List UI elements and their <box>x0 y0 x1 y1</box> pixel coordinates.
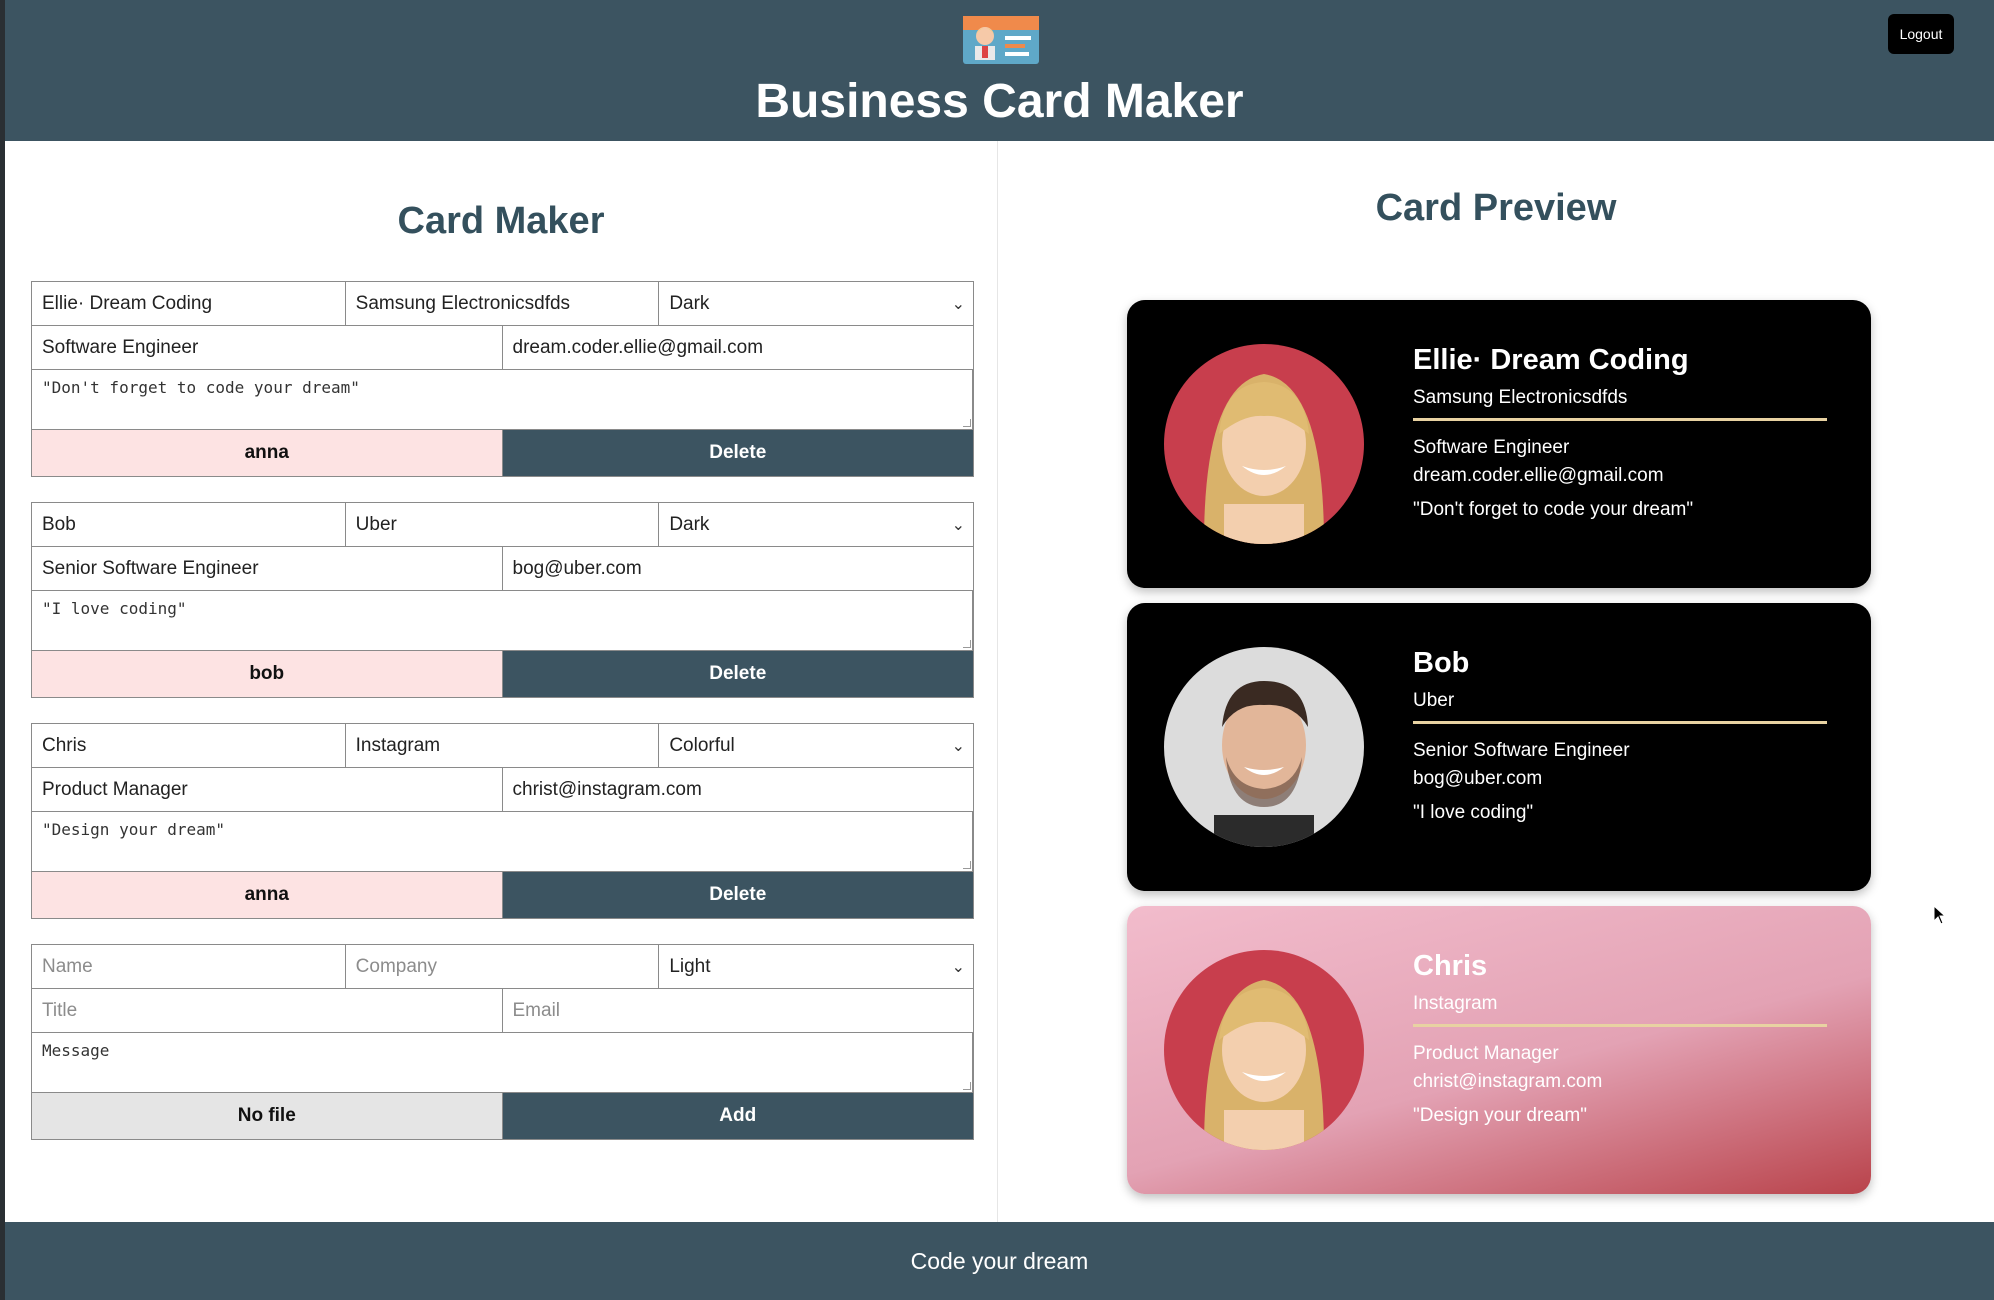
theme-select[interactable]: Light ⌄ <box>659 945 973 988</box>
app-header: Business Card Maker Logout <box>5 0 1994 141</box>
theme-select[interactable]: Dark ⌄ <box>659 282 973 325</box>
company-input[interactable]: Samsung Electronicsdfds <box>346 282 660 325</box>
card-email: dream.coder.ellie@gmail.com <box>1413 465 1664 486</box>
card-email: bog@uber.com <box>1413 768 1543 789</box>
preview-card: Chris Instagram Product Manager christ@i… <box>1127 906 1871 1194</box>
email-input[interactable]: bog@uber.com <box>503 547 974 590</box>
card-name: Ellie· Dream Coding <box>1413 344 1689 376</box>
file-upload-button[interactable]: anna <box>32 872 503 918</box>
title-input[interactable]: Software Engineer <box>32 326 503 369</box>
message-textarea[interactable]: Message <box>32 1033 973 1092</box>
avatar <box>1164 647 1364 847</box>
company-input[interactable]: Instagram <box>346 724 660 767</box>
card-name: Chris <box>1413 950 1488 982</box>
title-input[interactable]: Title <box>32 989 503 1032</box>
title-input[interactable]: Senior Software Engineer <box>32 547 503 590</box>
card-edit-form: Bob Uber Dark ⌄ Senior Software Engineer … <box>31 502 974 698</box>
delete-button[interactable]: Delete <box>502 430 973 476</box>
company-input[interactable]: Company <box>346 945 660 988</box>
business-card-logo-icon <box>963 16 1039 64</box>
card-message: "I love coding" <box>1413 802 1534 823</box>
card-company: Uber <box>1413 690 1827 724</box>
avatar <box>1164 344 1364 544</box>
email-input[interactable]: dream.coder.ellie@gmail.com <box>503 326 974 369</box>
resize-handle-icon[interactable] <box>963 861 971 869</box>
name-input[interactable]: Ellie· Dream Coding <box>32 282 346 325</box>
email-input[interactable]: Email <box>503 989 974 1032</box>
message-textarea[interactable]: "I love coding" <box>32 591 973 650</box>
theme-select-value: Dark <box>669 292 710 314</box>
card-company: Samsung Electronicsdfds <box>1413 387 1827 421</box>
theme-select-value: Light <box>669 955 711 977</box>
card-job-title: Senior Software Engineer <box>1413 740 1630 761</box>
card-maker-title: Card Maker <box>397 200 605 242</box>
name-input[interactable]: Chris <box>32 724 346 767</box>
card-job-title: Product Manager <box>1413 1043 1559 1064</box>
mouse-cursor-icon <box>1933 905 1947 925</box>
message-textarea[interactable]: "Design your dream" <box>32 812 973 871</box>
delete-button[interactable]: Delete <box>502 651 973 697</box>
card-preview-panel: Card Preview Ellie· Dream Coding Samsung… <box>998 141 1994 1222</box>
card-preview-title: Card Preview <box>1375 187 1617 229</box>
chevron-down-icon: ⌄ <box>951 737 965 755</box>
theme-select-value: Dark <box>669 513 710 535</box>
app-window: Business Card Maker Logout Card Maker El… <box>5 0 1994 1300</box>
card-message: "Design your dream" <box>1413 1105 1588 1126</box>
preview-card: Ellie· Dream Coding Samsung Electronicsd… <box>1127 300 1871 588</box>
avatar <box>1164 950 1364 1150</box>
file-upload-button[interactable]: bob <box>32 651 503 697</box>
file-upload-button[interactable]: No file <box>32 1093 503 1139</box>
theme-select-value: Colorful <box>669 734 735 756</box>
resize-handle-icon[interactable] <box>963 1082 971 1090</box>
chevron-down-icon: ⌄ <box>951 295 965 313</box>
add-button[interactable]: Add <box>502 1093 973 1139</box>
page-title: Business Card Maker <box>755 75 1244 128</box>
card-name: Bob <box>1413 647 1470 679</box>
card-edit-form: Chris Instagram Colorful ⌄ Product Manage… <box>31 723 974 919</box>
card-job-title: Software Engineer <box>1413 437 1570 458</box>
logout-button[interactable]: Logout <box>1888 14 1954 54</box>
file-upload-button[interactable]: anna <box>32 430 503 476</box>
company-input[interactable]: Uber <box>346 503 660 546</box>
card-maker-panel: Card Maker Ellie· Dream Coding Samsung E… <box>5 141 998 1222</box>
name-input[interactable]: Bob <box>32 503 346 546</box>
card-company: Instagram <box>1413 993 1827 1027</box>
name-input[interactable]: Name <box>32 945 346 988</box>
title-input[interactable]: Product Manager <box>32 768 503 811</box>
message-textarea[interactable]: "Don't forget to code your dream" <box>32 370 973 429</box>
app-footer: Code your dream <box>5 1222 1994 1300</box>
preview-card: Bob Uber Senior Software Engineer bog@ub… <box>1127 603 1871 891</box>
theme-select[interactable]: Colorful ⌄ <box>659 724 973 767</box>
card-message: "Don't forget to code your dream" <box>1413 499 1694 520</box>
resize-handle-icon[interactable] <box>963 640 971 648</box>
chevron-down-icon: ⌄ <box>951 958 965 976</box>
delete-button[interactable]: Delete <box>502 872 973 918</box>
theme-select[interactable]: Dark ⌄ <box>659 503 973 546</box>
card-edit-form: Ellie· Dream Coding Samsung Electronicsd… <box>31 281 974 477</box>
chevron-down-icon: ⌄ <box>951 516 965 534</box>
card-add-form: Name Company Light ⌄ Title Email Message … <box>31 944 974 1140</box>
card-email: christ@instagram.com <box>1413 1071 1603 1092</box>
resize-handle-icon[interactable] <box>963 419 971 427</box>
email-input[interactable]: christ@instagram.com <box>503 768 974 811</box>
